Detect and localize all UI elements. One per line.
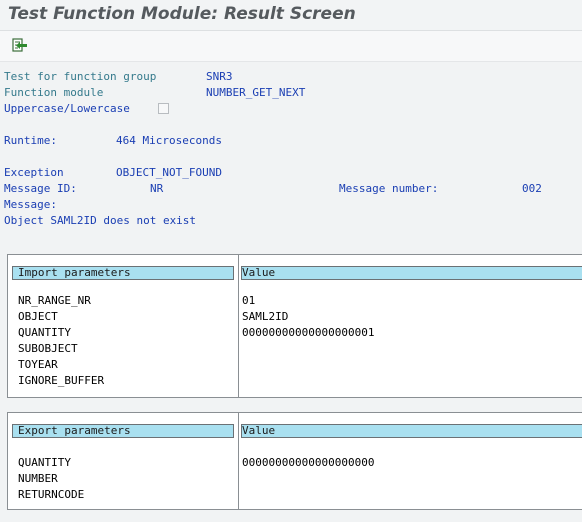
export-param-value[interactable]: 00000000000000000000 xyxy=(242,456,374,470)
import-parameters-header-label: Import parameters xyxy=(18,266,131,279)
exception-label: Exception xyxy=(4,166,64,179)
import-parameters-table: Import parameters Value NR_RANGE_NR 01 O… xyxy=(7,254,582,398)
message-text: Object SAML2ID does not exist xyxy=(4,214,197,227)
message-label: Message: xyxy=(4,198,57,211)
execute-test-button[interactable] xyxy=(10,36,30,56)
export-parameters-header-label: Export parameters xyxy=(18,424,131,437)
execute-test-icon xyxy=(12,38,27,52)
title-bar: Test Function Module: Result Screen xyxy=(0,0,582,31)
function-module-value: NUMBER_GET_NEXT xyxy=(206,86,306,99)
function-group-value: SNR3 xyxy=(206,70,233,83)
message-number-value: 002 xyxy=(522,182,542,195)
export-param-name: RETURNCODE xyxy=(18,488,85,501)
toolbar xyxy=(0,31,582,62)
function-module-label: Function module xyxy=(4,86,104,99)
import-value-header xyxy=(241,266,582,280)
export-param-name: NUMBER xyxy=(18,472,58,485)
import-param-name: SUBOBJECT xyxy=(18,342,78,355)
uppercase-lowercase-checkbox[interactable] xyxy=(158,103,169,114)
message-id-value: NR xyxy=(150,182,164,195)
window-title: Test Function Module: Result Screen xyxy=(8,4,356,24)
runtime-value: 464 Microseconds xyxy=(116,134,222,147)
export-value-header-label: Value xyxy=(242,424,276,437)
message-number-label: Message number: xyxy=(339,182,439,195)
import-param-name: NR_RANGE_NR xyxy=(18,294,91,307)
runtime-label: Runtime: xyxy=(4,134,57,147)
function-group-label: Test for function group xyxy=(4,70,157,83)
import-param-name: OBJECT xyxy=(18,310,58,323)
uppercase-lowercase-label: Uppercase/Lowercase xyxy=(4,102,130,115)
import-param-name: TOYEAR xyxy=(18,358,58,371)
export-parameters-table: Export parameters Value QUANTITY 0000000… xyxy=(7,412,582,510)
import-param-value[interactable]: 01 xyxy=(242,294,255,308)
column-divider xyxy=(238,255,239,397)
export-value-header xyxy=(241,424,582,438)
column-divider xyxy=(238,413,239,509)
import-param-name: IGNORE_BUFFER xyxy=(18,374,105,387)
export-param-name: QUANTITY xyxy=(18,456,71,469)
import-param-value[interactable]: 00000000000000000001 xyxy=(242,326,374,340)
exception-value: OBJECT_NOT_FOUND xyxy=(116,166,222,179)
import-value-header-label: Value xyxy=(242,266,276,279)
message-id-label: Message ID: xyxy=(4,182,77,195)
import-param-value[interactable]: SAML2ID xyxy=(242,310,288,324)
import-param-name: QUANTITY xyxy=(18,326,71,339)
